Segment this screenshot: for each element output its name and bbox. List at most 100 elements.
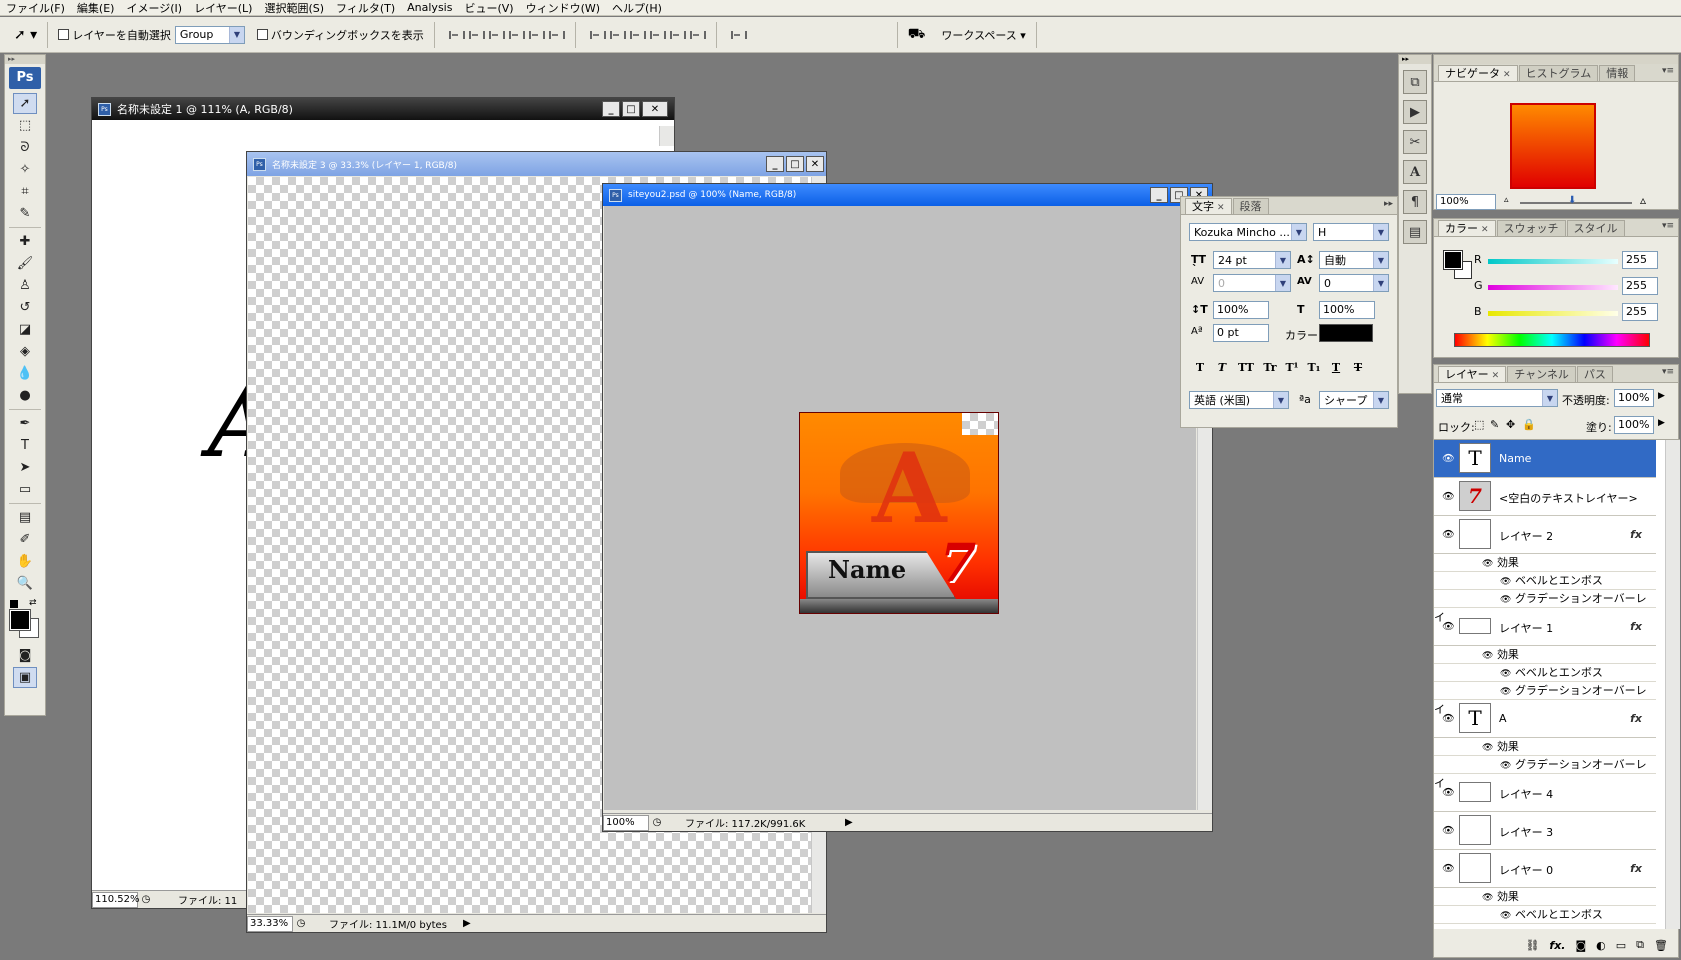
document-2-titlebar[interactable]: Ps 名称未設定 3 @ 33.3% (レイヤー 1, RGB/8) _ □ ✕: [247, 152, 826, 176]
underline-button[interactable]: T: [1327, 361, 1345, 374]
paint-bucket-icon[interactable]: ◈: [13, 341, 37, 362]
panel-menu-icon[interactable]: ▾≡: [1662, 221, 1674, 231]
bridge-icon[interactable]: ⛟: [908, 26, 926, 44]
effect-row[interactable]: 👁 ベベルとエンボス: [1434, 664, 1656, 682]
align-left-icon[interactable]: [507, 28, 525, 42]
maximize-button[interactable]: □: [622, 101, 640, 117]
eye-icon[interactable]: 👁: [1500, 761, 1511, 771]
crop-tool-icon[interactable]: ⌗: [13, 181, 37, 202]
layer-row[interactable]: 👁 レイヤー 4: [1434, 774, 1656, 812]
character-panel-icon[interactable]: A: [1403, 160, 1427, 184]
foreground-color-swatch[interactable]: [9, 609, 31, 631]
panel-grip[interactable]: [1434, 55, 1678, 64]
tab-styles[interactable]: スタイル: [1566, 220, 1625, 236]
pen-tool-icon[interactable]: ✒: [13, 413, 37, 434]
minimize-button[interactable]: _: [1150, 187, 1168, 203]
close-icon[interactable]: ✕: [1492, 371, 1500, 381]
menu-analysis[interactable]: Analysis: [401, 1, 458, 14]
artwork-tile[interactable]: A Name 7: [799, 412, 999, 614]
tab-paragraph[interactable]: 段落: [1232, 198, 1269, 214]
tab-layers[interactable]: レイヤー ✕: [1438, 366, 1507, 382]
fx-icon[interactable]: fx: [1630, 620, 1642, 633]
zoom-in-icon[interactable]: ▵: [1640, 193, 1646, 207]
opacity-input[interactable]: 100%: [1614, 389, 1654, 407]
auto-select-dropdown[interactable]: Group ▼: [174, 25, 245, 44]
eye-icon[interactable]: 👁: [1442, 621, 1455, 632]
maximize-button[interactable]: □: [786, 156, 804, 172]
document-3-canvas[interactable]: A Name 7: [604, 206, 1196, 810]
layer-row[interactable]: 👁 レイヤー 2 fx: [1434, 516, 1656, 554]
color-swatches[interactable]: ⇄: [5, 598, 45, 644]
stamp-tool-icon[interactable]: ♙: [13, 275, 37, 296]
layers-scrollbar[interactable]: [1665, 440, 1680, 929]
menu-filter[interactable]: フィルタ(T): [330, 0, 401, 16]
add-style-icon[interactable]: fx.: [1549, 939, 1565, 952]
toolbox-grip[interactable]: ▸▸: [5, 55, 45, 64]
marquee-tool-icon[interactable]: ⬚: [13, 115, 37, 136]
distribute-top-icon[interactable]: [588, 28, 606, 42]
distribute-vcenter-icon[interactable]: [608, 28, 626, 42]
channel-r-input[interactable]: 255: [1622, 251, 1658, 269]
blend-mode-dropdown[interactable]: 通常 ▼: [1436, 389, 1558, 407]
opacity-arrow-icon[interactable]: ▶: [1658, 391, 1665, 401]
distribute-bottom-icon[interactable]: [628, 28, 646, 42]
lock-all-icon[interactable]: 🔒: [1522, 418, 1536, 431]
panel-menu-icon[interactable]: ▸▸: [1384, 199, 1393, 209]
status-menu-arrow-icon[interactable]: ▶: [463, 918, 471, 929]
zoom-tool-icon[interactable]: 🔍: [13, 573, 37, 594]
effects-row[interactable]: 👁 効果: [1434, 554, 1656, 572]
align-vcenter-icon[interactable]: [467, 28, 485, 42]
layer-comps-icon[interactable]: ▤: [1403, 220, 1427, 244]
distribute-left-icon[interactable]: [648, 28, 666, 42]
tab-histogram[interactable]: ヒストグラム: [1518, 65, 1599, 81]
strikethrough-button[interactable]: T: [1349, 361, 1367, 374]
menu-image[interactable]: イメージ(I): [120, 0, 188, 16]
eye-icon[interactable]: 👁: [1482, 651, 1493, 661]
eye-icon[interactable]: 👁: [1500, 669, 1511, 679]
lock-transparent-icon[interactable]: ⬚: [1474, 418, 1484, 431]
bounding-box-checkbox[interactable]: [256, 29, 268, 40]
fx-icon[interactable]: fx: [1630, 862, 1642, 875]
slice-tool-icon[interactable]: ✎: [13, 203, 37, 224]
link-layers-icon[interactable]: ⛓: [1525, 939, 1539, 952]
channel-r-slider[interactable]: [1488, 259, 1618, 264]
blur-tool-icon[interactable]: 💧: [13, 363, 37, 384]
menu-layer[interactable]: レイヤー(L): [188, 0, 258, 16]
eye-icon[interactable]: 👁: [1482, 559, 1493, 569]
align-right-icon[interactable]: [547, 28, 565, 42]
layer-row[interactable]: 👁 レイヤー 1 fx: [1434, 608, 1656, 646]
all-caps-button[interactable]: TT: [1235, 361, 1257, 374]
eye-icon[interactable]: 👁: [1482, 743, 1493, 753]
channel-g-slider[interactable]: [1488, 285, 1618, 290]
eyedropper-tool-icon[interactable]: ✐: [13, 529, 37, 550]
delete-layer-icon[interactable]: 🗑: [1654, 939, 1668, 952]
font-style-dropdown[interactable]: H ▼: [1313, 223, 1389, 241]
actions-panel-icon[interactable]: ▶: [1403, 100, 1427, 124]
quick-mask-icon[interactable]: ◙: [13, 645, 37, 666]
path-select-icon[interactable]: ➤: [13, 457, 37, 478]
tab-navigator[interactable]: ナビゲータ ✕: [1438, 65, 1518, 81]
close-button[interactable]: ✕: [806, 156, 824, 172]
auto-select-checkbox[interactable]: [58, 29, 70, 40]
vertical-scale-input[interactable]: 100%: [1213, 301, 1269, 319]
menu-select[interactable]: 選択範囲(S): [258, 0, 330, 16]
fx-icon[interactable]: fx: [1630, 712, 1642, 725]
foreground-color-swatch[interactable]: [1443, 250, 1463, 270]
zoom-out-icon[interactable]: ▵: [1504, 195, 1509, 205]
paragraph-panel-icon[interactable]: ¶: [1403, 190, 1427, 214]
navigator-thumbnail[interactable]: [1510, 103, 1596, 189]
font-size-dropdown[interactable]: 24 pt ▼: [1213, 251, 1291, 269]
default-colors-icon[interactable]: [10, 600, 18, 608]
move-tool-preset-icon[interactable]: ➚ ▾: [14, 27, 37, 43]
layer-row[interactable]: 👁 レイヤー 3: [1434, 812, 1656, 850]
eye-icon[interactable]: 👁: [1500, 595, 1511, 605]
status-info-icon[interactable]: ◷: [649, 817, 665, 828]
tab-color[interactable]: カラー ✕: [1438, 220, 1496, 236]
distribute-hcenter-icon[interactable]: [668, 28, 686, 42]
effect-row[interactable]: 👁 グラデーションオーバーレイ: [1434, 756, 1656, 790]
lock-position-icon[interactable]: ✥: [1506, 418, 1515, 431]
small-caps-button[interactable]: Tr: [1261, 361, 1279, 374]
effects-row[interactable]: 👁 効果: [1434, 738, 1656, 756]
tool-presets-icon[interactable]: ✂: [1403, 130, 1427, 154]
close-icon[interactable]: ✕: [1481, 225, 1489, 235]
